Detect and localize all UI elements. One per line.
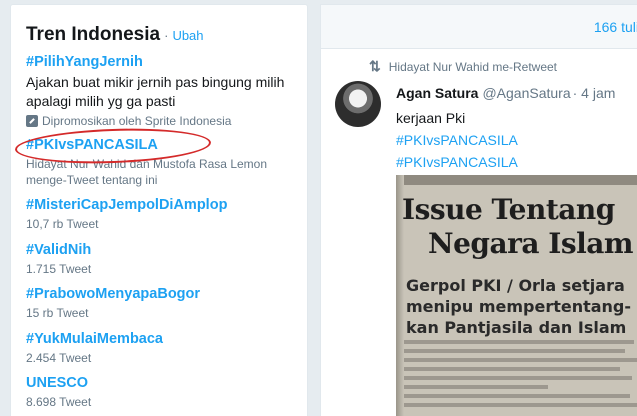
image-sub-line: kan Pantjasila dan Islam [406, 318, 627, 337]
trend-item[interactable]: #ValidNih 1.715 Tweet [26, 241, 306, 277]
tweet-body: kerjaan Pki [396, 110, 466, 126]
retweet-context-text[interactable]: Hidayat Nur Wahid me-Retweet [389, 60, 557, 74]
tweet-count: 8.698 Tweet [26, 395, 92, 409]
tweet-image[interactable]: Issue Tentang Negara Islam Gerpol PKI / … [396, 175, 637, 416]
tweet-text: kerjaan Pki #PKIvsPANCASILA #PKIvsPANCAS… [396, 107, 518, 173]
trends-panel: Tren Indonesia · Ubah #PilihYangJernih A… [10, 4, 308, 416]
trend-name[interactable]: #PilihYangJernih [26, 53, 306, 71]
image-headline-line-2: Negara Islam [428, 227, 634, 260]
trend-item[interactable]: #YukMulaiMembaca 2.454 Tweet [26, 330, 306, 366]
tweet-author-handle[interactable]: @AganSatura [482, 85, 570, 101]
trend-name[interactable]: #YukMulaiMembaca [26, 330, 306, 348]
tweet-count: 2.454 Tweet [26, 351, 92, 365]
image-subheadline: Gerpol PKI / Orla setjara menipu mempert… [406, 275, 631, 338]
trends-title: Tren Indonesia [26, 24, 161, 45]
image-headline: Issue Tentang Negara Islam [402, 193, 634, 261]
retweet-icon: ⇅ [369, 58, 381, 74]
tweet-timestamp[interactable]: · 4 jam [573, 85, 616, 101]
trend-name[interactable]: UNESCO [26, 374, 306, 392]
trend-name[interactable]: #ValidNih [26, 241, 306, 259]
promoted-text: Dipromosikan oleh Sprite Indonesia [42, 114, 232, 128]
trends-header: Tren Indonesia · Ubah [26, 24, 204, 46]
trend-item[interactable]: #PilihYangJernih Ajakan buat mikir jerni… [26, 53, 306, 128]
tweet-count: 1.715 Tweet [26, 262, 92, 276]
tweet-count: 10,7 rb Tweet [26, 217, 99, 231]
image-headline-line-1: Issue Tentang [402, 193, 615, 226]
promoted-icon [26, 115, 38, 127]
hashtag-link[interactable]: #PKIvsPANCASILA [396, 151, 518, 173]
trend-description: Ajakan buat mikir jernih pas bingung mil… [26, 74, 285, 109]
tweet-header: Agan Satura @AganSatura · 4 jam [396, 85, 615, 101]
tweet-count: 15 rb Tweet [26, 306, 89, 320]
retweet-context: ⇅ Hidayat Nur Wahid me-Retweet [369, 58, 557, 75]
image-sub-line: Gerpol PKI / Orla setjara [406, 276, 625, 295]
trend-item[interactable]: #PrabowoMenyapaBogor 15 rb Tweet [26, 285, 306, 321]
trend-name[interactable]: #MisteriCapJempolDiAmplop [26, 196, 306, 214]
new-tweets-bar[interactable]: 166 tuli [321, 5, 637, 49]
image-sub-line: menipu mempertentang- [406, 297, 632, 316]
trend-name[interactable]: #PrabowoMenyapaBogor [26, 285, 306, 303]
trend-item[interactable]: #MisteriCapJempolDiAmplop 10,7 rb Tweet [26, 196, 306, 232]
change-trends-link[interactable]: Ubah [172, 28, 203, 43]
timeline-panel: 166 tuli ⇅ Hidayat Nur Wahid me-Retweet … [320, 4, 637, 416]
avatar[interactable] [335, 81, 381, 127]
promoted-label: Dipromosikan oleh Sprite Indonesia [26, 114, 306, 128]
separator: · [164, 28, 169, 43]
tweet-author-name[interactable]: Agan Satura [396, 85, 478, 101]
trend-item[interactable]: UNESCO 8.698 Tweet [26, 374, 306, 410]
image-top-strip [396, 175, 637, 185]
new-tweets-count[interactable]: 166 tuli [594, 19, 637, 35]
hashtag-link[interactable]: #PKIvsPANCASILA [396, 129, 518, 151]
image-body-text-lines [404, 340, 637, 412]
